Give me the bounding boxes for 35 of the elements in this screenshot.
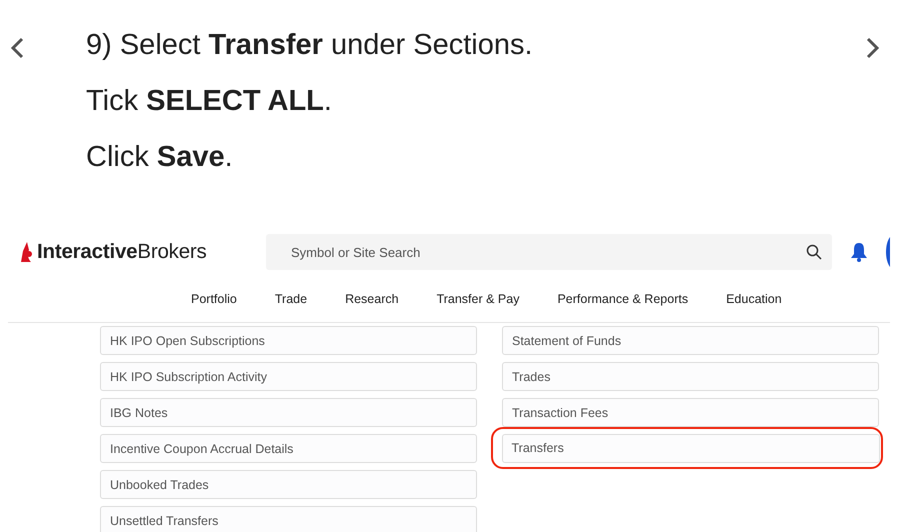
section-option[interactable]: Trades (502, 362, 879, 391)
option-label: Transfers (512, 441, 564, 455)
instruction-text: Tick SELECT ALL. (86, 84, 333, 119)
bell-icon[interactable] (850, 242, 868, 262)
section-option[interactable]: Incentive Coupon Accrual Details (100, 434, 477, 463)
nav-link[interactable]: Education (726, 292, 782, 306)
section-option[interactable]: Unbooked Trades (100, 470, 477, 499)
option-label: Unbooked Trades (110, 478, 209, 492)
section-option[interactable]: HK IPO Open Subscriptions (100, 326, 477, 355)
search-icon[interactable] (806, 244, 822, 260)
option-label: Transaction Fees (512, 406, 608, 420)
nav-link[interactable]: Research (345, 292, 399, 306)
nav-link[interactable]: Trade (274, 292, 308, 306)
section-option[interactable]: IBG Notes (100, 398, 477, 427)
flame-logo-icon (20, 242, 34, 262)
profile-icon[interactable] (886, 237, 890, 267)
instruction-text: Click Save. (86, 140, 234, 175)
instruction-text: 9) Select Transfer under Sections. (86, 28, 534, 63)
section-option[interactable]: Transaction Fees (502, 398, 879, 427)
section-option[interactable]: HK IPO Subscription Activity (100, 362, 477, 391)
search-field[interactable]: Symbol or Site Search (266, 234, 832, 270)
option-label: Unsettled Transfers (110, 514, 218, 528)
option-label: HK IPO Subscription Activity (110, 370, 268, 384)
option-label: HK IPO Open Subscriptions (110, 334, 265, 348)
option-label: IBG Notes (110, 406, 168, 420)
nav-link[interactable]: Portfolio (191, 292, 237, 306)
option-label: Statement of Funds (512, 334, 622, 348)
nav-link[interactable]: Transfer & Pay (436, 292, 520, 306)
section-option[interactable]: Unsettled Transfers (100, 506, 477, 532)
brand-logo-text: InteractiveBrokers (37, 240, 207, 264)
nav-link[interactable]: Performance & Reports (557, 292, 688, 306)
option-label: Trades (512, 370, 550, 384)
section-option[interactable]: Statement of Funds (502, 326, 879, 355)
section-option[interactable]: Transfers (502, 434, 880, 462)
option-label: Incentive Coupon Accrual Details (110, 442, 294, 456)
